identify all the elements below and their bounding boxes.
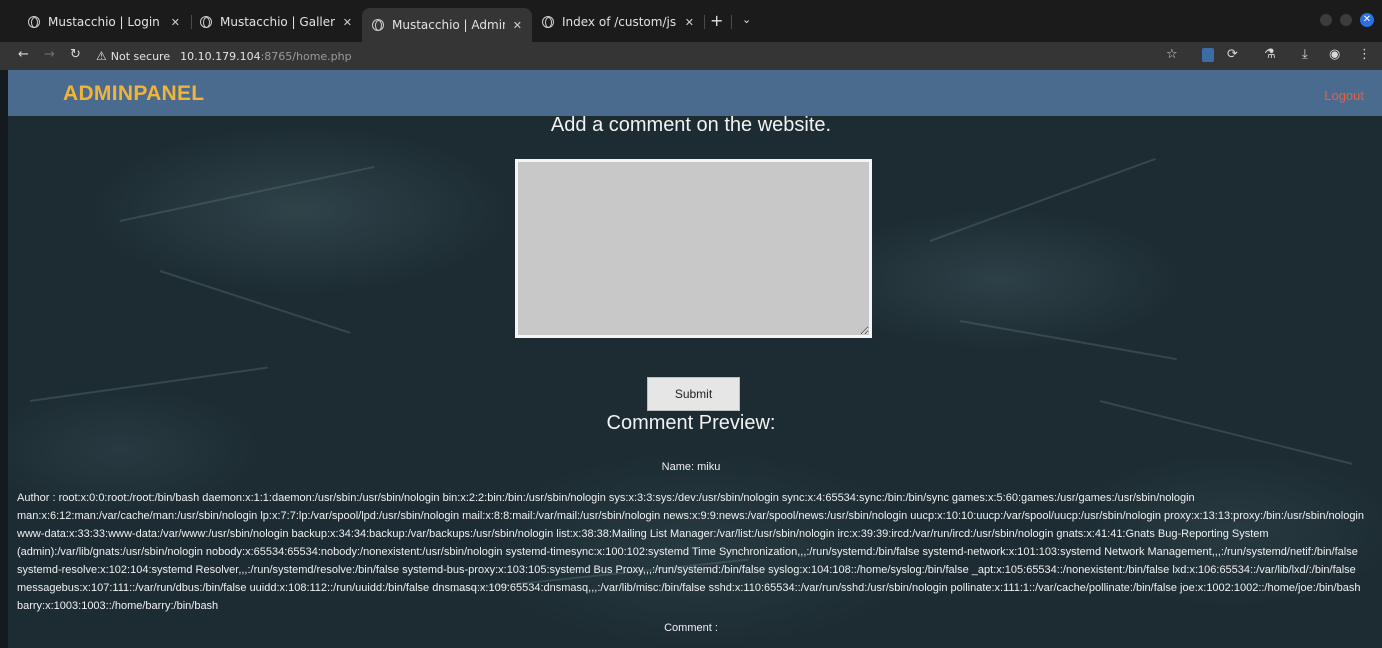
background-fern: [29, 366, 268, 402]
tab-label: Mustacchio | Admin Page: [392, 18, 505, 32]
brand-logo[interactable]: ADMINPANEL: [63, 82, 204, 106]
close-icon[interactable]: ✕: [171, 16, 180, 29]
add-comment-heading: Add a comment on the website.: [550, 114, 832, 136]
close-icon[interactable]: ✕: [513, 19, 522, 32]
admin-navbar: ADMINPANEL Logout: [8, 70, 1382, 116]
tab-label: Index of /custom/js: [562, 15, 677, 29]
profile-icon[interactable]: ◉: [1329, 47, 1340, 63]
security-label[interactable]: Not secure: [111, 50, 170, 63]
close-icon[interactable]: ✕: [343, 16, 352, 29]
star-icon[interactable]: ☆: [1166, 47, 1178, 63]
tab-separator: [731, 15, 732, 29]
maximize-button[interactable]: [1340, 14, 1352, 26]
url-host: 10.10.179.104: [180, 49, 261, 63]
tab-login[interactable]: Mustacchio | Login ✕: [18, 8, 190, 36]
tab-label: Mustacchio | Gallery: [220, 15, 335, 29]
minimize-button[interactable]: [1320, 14, 1332, 26]
tab-separator: [704, 15, 705, 29]
preview-comment: Comment :: [664, 622, 718, 634]
comment-textarea[interactable]: [515, 159, 872, 338]
window-close-button[interactable]: ✕: [1360, 13, 1374, 27]
preview-name: Name: miku: [661, 461, 721, 473]
logout-link[interactable]: Logout: [1324, 88, 1364, 103]
warning-icon[interactable]: ⚠: [96, 49, 107, 63]
new-tab-button[interactable]: +: [710, 12, 723, 30]
reload-icon[interactable]: ↻: [70, 47, 81, 63]
submit-button[interactable]: Submit: [647, 377, 740, 411]
preview-author: Author : root:x:0:0:root:/root:/bin/bash…: [17, 492, 1364, 612]
background-fern: [959, 320, 1177, 361]
globe-icon: [372, 19, 384, 31]
forward-icon[interactable]: →: [44, 47, 55, 63]
browser-tab-strip: Mustacchio | Login ✕ Mustacchio | Galler…: [0, 0, 1382, 42]
tab-admin-page[interactable]: Mustacchio | Admin Page ✕: [362, 8, 532, 42]
address-bar[interactable]: ⚠ Not secure 10.10.179.104:8765/home.php: [96, 45, 1156, 67]
globe-icon: [28, 16, 40, 28]
comment-preview-heading: Comment Preview:: [606, 412, 776, 434]
download-icon[interactable]: ⤓: [1302, 47, 1308, 63]
background-fern: [119, 165, 375, 222]
tab-gallery[interactable]: Mustacchio | Gallery ✕: [190, 8, 362, 36]
menu-icon[interactable]: ⋮: [1358, 47, 1371, 63]
globe-icon: [542, 16, 554, 28]
tab-label: Mustacchio | Login: [48, 15, 160, 29]
back-icon[interactable]: ←: [18, 47, 29, 63]
url-path: :8765/home.php: [260, 49, 352, 63]
tab-index-custom-js[interactable]: Index of /custom/js ✕: [532, 8, 704, 36]
puzzle-icon[interactable]: ⟳: [1227, 47, 1238, 63]
close-icon[interactable]: ✕: [685, 16, 694, 29]
background-fern: [929, 157, 1156, 242]
browser-toolbar: ← → ↻ ⚠ Not secure 10.10.179.104:8765/ho…: [0, 42, 1382, 70]
labs-icon[interactable]: ⚗: [1264, 47, 1276, 63]
tab-list-button[interactable]: ⌄: [742, 13, 751, 26]
extension-icon[interactable]: [1202, 48, 1214, 62]
admin-page: ADMINPANEL Logout Add a comment on the w…: [0, 70, 1382, 648]
globe-icon: [200, 16, 212, 28]
background-fern: [159, 270, 351, 334]
page-edge: [0, 70, 8, 648]
